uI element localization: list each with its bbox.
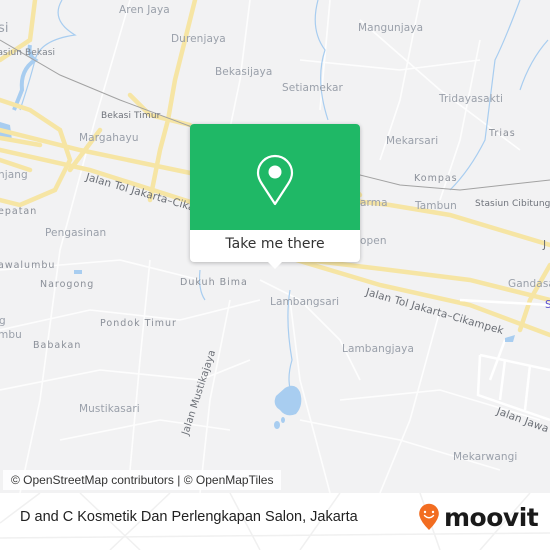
place-name: D and C Kosmetik Dan Perlengkapan Salon,… bbox=[20, 509, 358, 525]
map-attribution[interactable]: © OpenStreetMap contributors | © OpenMap… bbox=[3, 470, 282, 490]
map-label-mbu: mbu bbox=[0, 329, 22, 341]
moovit-wordmark: moovit bbox=[444, 502, 539, 532]
map-label-pondok-timur: Pondok Timur bbox=[100, 318, 177, 329]
map-label-bekasi: si bbox=[0, 21, 9, 36]
map-label-margahayu: Margahayu bbox=[79, 132, 139, 144]
moovit-logo[interactable]: moovit bbox=[418, 502, 539, 532]
location-popup[interactable]: Take me there bbox=[190, 124, 360, 269]
map-label-arma: arma bbox=[360, 197, 388, 209]
map-label-j: J bbox=[543, 239, 547, 251]
map-label-babakan: Babakan bbox=[33, 340, 82, 351]
map-label-bekasijaya: Bekasijaya bbox=[215, 66, 273, 78]
map-label-trias: Trias bbox=[489, 128, 516, 139]
map-label-narogong: Narogong bbox=[40, 279, 95, 290]
popup-pointer bbox=[267, 261, 283, 269]
map-label-tridayasakti: Tridayasakti bbox=[439, 93, 504, 105]
map-label-open: open bbox=[360, 235, 387, 247]
map-label-setiamekar: Setiamekar bbox=[282, 82, 343, 94]
map-label-tambun: Tambun bbox=[415, 200, 457, 212]
footer-bar: D and C Kosmetik Dan Perlengkapan Salon,… bbox=[0, 493, 550, 550]
map-label-gandasa: Gandasa bbox=[508, 278, 550, 290]
map-label-mekarsari: Mekarsari bbox=[386, 135, 439, 147]
map-label-mustikasari: Mustikasari bbox=[79, 403, 140, 415]
location-pin-icon bbox=[256, 154, 294, 206]
map-view[interactable]: si Stasiun Bekasi Aren Jaya Durenjaya Be… bbox=[0, 0, 550, 493]
map-label-durenjaya: Durenjaya bbox=[171, 33, 226, 45]
map-label-dukuh-bima: Dukuh Bima bbox=[180, 277, 248, 288]
popup-header bbox=[190, 124, 360, 230]
map-label-s: S bbox=[545, 299, 550, 311]
map-label-mangunjaya: Mangunjaya bbox=[358, 22, 424, 34]
map-label-awalumbu: awalumbu bbox=[0, 260, 56, 271]
map-label-stasiun-bekasi: Stasiun Bekasi bbox=[0, 48, 56, 58]
map-label-epatan: epatan bbox=[0, 206, 38, 217]
map-label-kompas: Kompas bbox=[414, 173, 458, 184]
map-label-stasiun-cibitung: Stasiun Cibitung bbox=[475, 199, 550, 209]
map-label-lambangjaya: Lambangjaya bbox=[342, 343, 415, 355]
map-label-g: g bbox=[0, 315, 6, 327]
moovit-pin-icon bbox=[419, 503, 439, 530]
map-label-njang: njang bbox=[0, 169, 28, 181]
take-me-there-button[interactable]: Take me there bbox=[190, 230, 360, 262]
map-label-mekarwangi: Mekarwangi bbox=[453, 451, 518, 463]
map-label-lambangsari: Lambangsari bbox=[270, 296, 340, 308]
map-label-pengasinan: Pengasinan bbox=[45, 227, 107, 239]
map-label-aren-jaya: Aren Jaya bbox=[119, 4, 170, 16]
map-label-bekasi-timur: Bekasi Timur bbox=[101, 111, 161, 121]
